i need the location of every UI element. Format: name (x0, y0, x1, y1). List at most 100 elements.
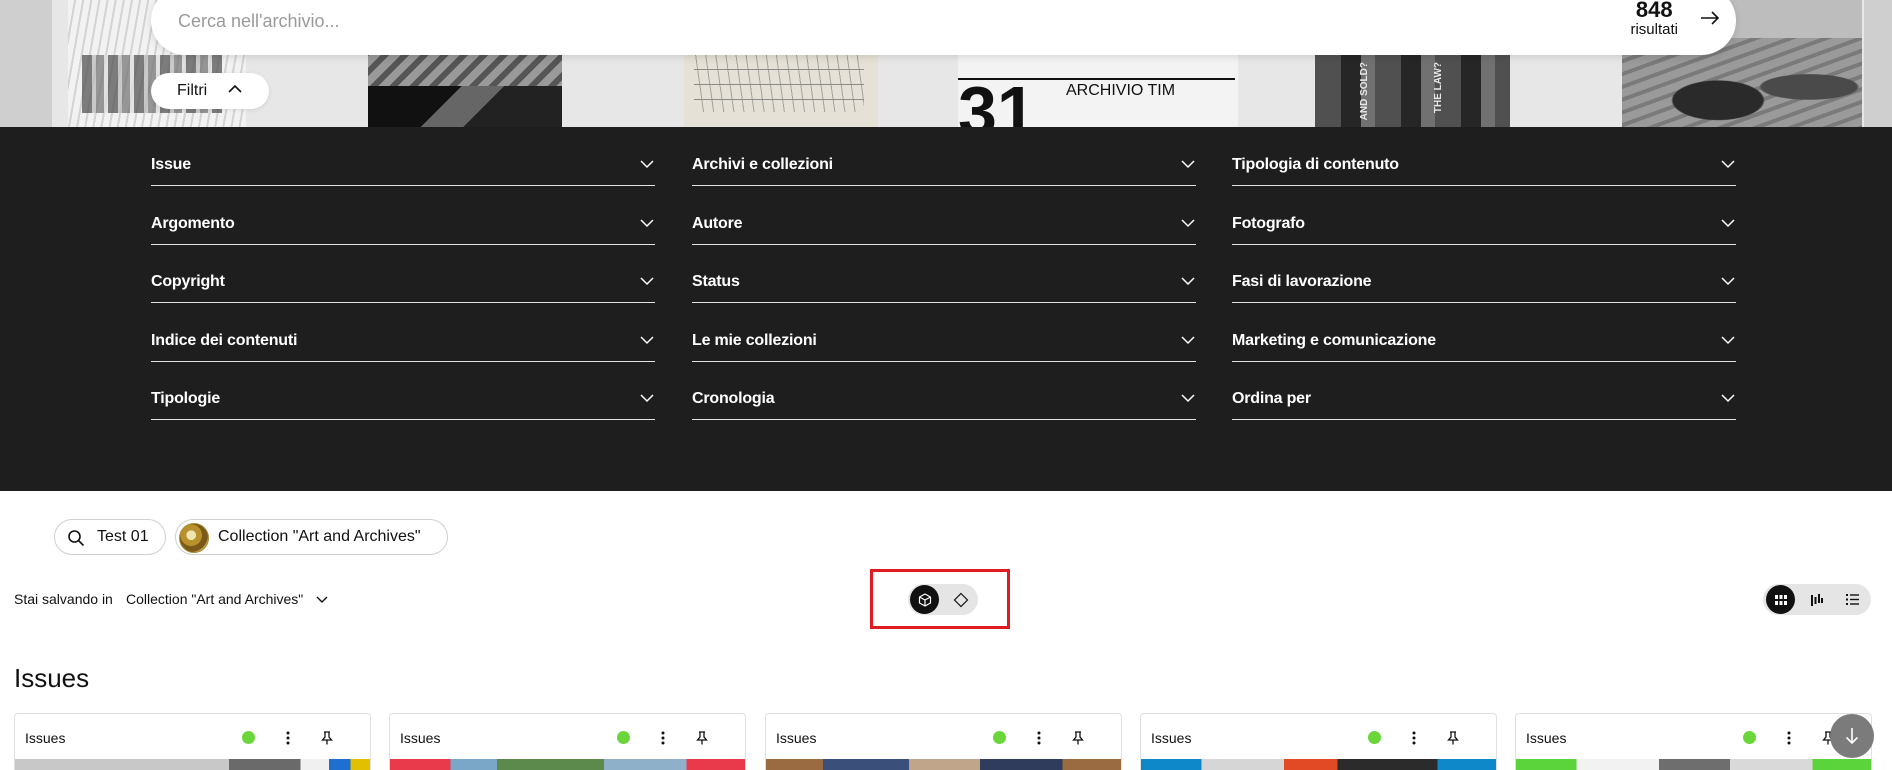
filter-label: Ordina per (1232, 390, 1311, 407)
view-toggle (1763, 584, 1871, 615)
chevron-down-icon (1721, 219, 1735, 228)
issue-card[interactable]: Issues (14, 713, 371, 770)
chevron-down-icon (640, 160, 654, 169)
list-view-button[interactable] (1838, 585, 1867, 614)
chevron-down-icon (1181, 160, 1195, 169)
chevron-down-icon (1181, 219, 1195, 228)
pin-icon[interactable] (1444, 728, 1462, 748)
chip-collection-label: Collection "Art and Archives" (218, 528, 421, 545)
grid-icon (1774, 594, 1787, 605)
issue-card[interactable]: Issues (1515, 713, 1872, 770)
saving-collection-value: Collection "Art and Archives" (126, 591, 304, 607)
chip-collection[interactable]: Collection "Art and Archives" (175, 519, 448, 555)
status-dot (1743, 731, 1756, 744)
diamond-mode-button[interactable] (946, 585, 975, 614)
filter-copyright[interactable]: Copyright (151, 244, 655, 303)
card-title: Issues (1526, 730, 1567, 746)
filter-label: Marketing e comunicazione (1232, 332, 1436, 349)
filter-label: Tipologie (151, 390, 221, 407)
filter-tipologia-di-contenuto[interactable]: Tipologia di contenuto (1232, 127, 1736, 186)
filter-ordina-per[interactable]: Ordina per (1232, 361, 1736, 420)
section-title: Issues (14, 663, 90, 693)
filter-label: Copyright (151, 273, 225, 290)
chevron-down-icon (640, 394, 654, 403)
filter-fotografo[interactable]: Fotografo (1232, 186, 1736, 245)
card-thumbnail (1141, 759, 1496, 770)
search-input[interactable] (178, 6, 1378, 36)
card-thumbnail (766, 759, 1121, 770)
more-vertical-icon[interactable] (280, 728, 296, 748)
filter-label: Issue (151, 156, 191, 173)
filter-label: Autore (692, 215, 743, 232)
issue-card[interactable]: Issues (1140, 713, 1497, 770)
more-vertical-icon[interactable] (1406, 728, 1422, 748)
saving-collection-select[interactable]: Collection "Art and Archives" (126, 591, 329, 607)
card-title: Issues (776, 730, 817, 746)
more-vertical-icon[interactable] (1781, 728, 1797, 748)
filters-toggle-button[interactable]: Filtri (151, 73, 269, 109)
card-title: Issues (25, 730, 66, 746)
card-title: Issues (400, 730, 441, 746)
status-dot (993, 731, 1006, 744)
issue-card[interactable]: Issues (765, 713, 1122, 770)
status-dot (617, 731, 630, 744)
chevron-down-icon (1181, 336, 1195, 345)
pin-icon[interactable] (693, 728, 711, 748)
book-spines: AND SOLD? THE LAW? (1315, 62, 1510, 122)
filter-tipologie[interactable]: Tipologie (151, 361, 655, 420)
book-spine-text: THE LAW? (1433, 62, 1444, 114)
cube-icon (918, 592, 931, 607)
filter-indice-dei-contenuti[interactable]: Indice dei contenuti (151, 303, 655, 362)
card-thumbnail (390, 759, 745, 770)
filter-marketing-e-comunicazione[interactable]: Marketing e comunicazione (1232, 303, 1736, 362)
filter-label: Fotografo (1232, 215, 1305, 232)
issue-card[interactable]: Issues (389, 713, 746, 770)
search-bar: 848 risultati (151, 0, 1736, 55)
filter-label: Argomento (151, 215, 235, 232)
chip-search-term[interactable]: Test 01 (54, 519, 166, 555)
chevron-down-icon (640, 336, 654, 345)
mode-toggle (908, 584, 978, 615)
cube-mode-button[interactable] (910, 585, 939, 614)
chevron-down-icon (1721, 394, 1735, 403)
chevron-down-icon (1181, 277, 1195, 286)
more-vertical-icon[interactable] (1031, 728, 1047, 748)
filter-le-mie-collezioni[interactable]: Le mie collezioni (692, 303, 1196, 362)
filter-status[interactable]: Status (692, 244, 1196, 303)
chevron-up-icon (228, 84, 242, 93)
filter-issue[interactable]: Issue (151, 127, 655, 186)
filter-argomento[interactable]: Argomento (151, 186, 655, 245)
pin-icon[interactable] (318, 728, 336, 748)
grid-view-button[interactable] (1766, 585, 1795, 614)
filter-label: Fasi di lavorazione (1232, 273, 1372, 290)
filter-label: Le mie collezioni (692, 332, 817, 349)
filter-cronologia[interactable]: Cronologia (692, 361, 1196, 420)
pin-icon[interactable] (1069, 728, 1087, 748)
chevron-down-icon (640, 277, 654, 286)
filter-fasi-di-lavorazione[interactable]: Fasi di lavorazione (1232, 244, 1736, 303)
chevron-down-icon (1721, 160, 1735, 169)
saving-label: Stai salvando in (14, 591, 113, 607)
chevron-down-icon (1721, 336, 1735, 345)
chevron-down-icon (640, 219, 654, 228)
filter-panel: Issue Archivi e collezioni Tipologia di … (0, 127, 1892, 491)
results-counter: 848 risultati (1630, 0, 1678, 37)
book-spine-text: AND SOLD? (1359, 62, 1370, 121)
scroll-down-button[interactable] (1830, 714, 1874, 758)
chip-search-label: Test 01 (97, 528, 149, 545)
results-label: risultati (1630, 21, 1678, 38)
hero-tile-label: ARCHIVIO TIM (1066, 82, 1176, 99)
more-vertical-icon[interactable] (655, 728, 671, 748)
results-count: 848 (1635, 0, 1673, 22)
chevron-down-icon (1721, 277, 1735, 286)
card-thumbnail (1516, 759, 1871, 770)
arrow-right-icon[interactable] (1692, 1, 1728, 35)
filter-archivi-e-collezioni[interactable]: Archivi e collezioni (692, 127, 1196, 186)
filter-label: Archivi e collezioni (692, 156, 833, 173)
bar-view-button[interactable] (1802, 585, 1831, 614)
filter-autore[interactable]: Autore (692, 186, 1196, 245)
diamond-icon (953, 592, 968, 607)
list-icon (1846, 594, 1859, 605)
card-title: Issues (1151, 730, 1192, 746)
arrow-down-icon (1845, 728, 1859, 745)
